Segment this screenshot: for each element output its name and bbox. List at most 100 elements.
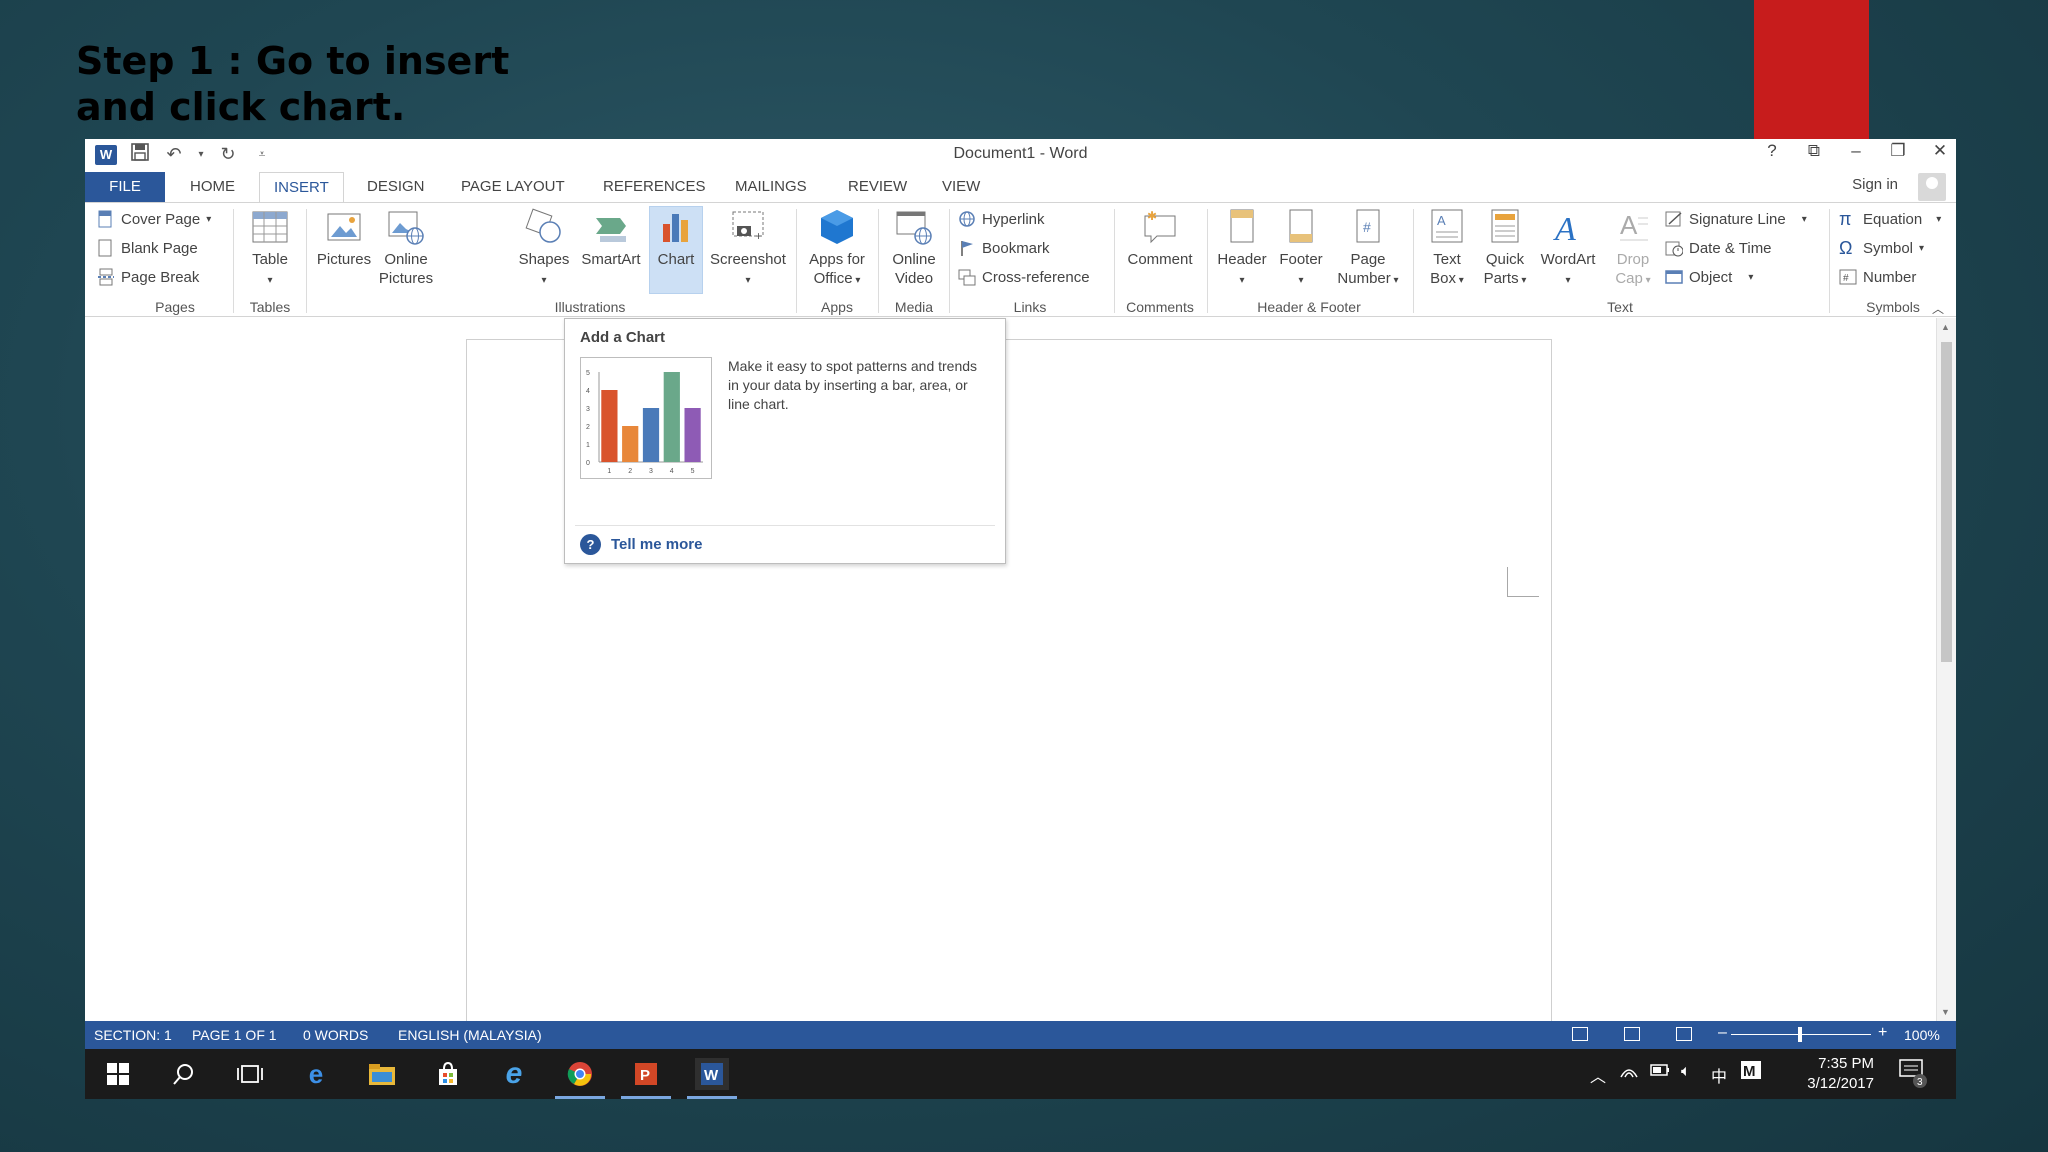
scroll-down-icon[interactable]: ▼ [1941,1007,1950,1017]
store-icon[interactable] [431,1058,465,1090]
chart-x-tick-label: 4 [670,468,674,475]
web-layout-icon[interactable] [1676,1027,1692,1041]
number-icon: # [1839,268,1857,286]
show-hidden-icons-icon[interactable]: ︿ [1590,1063,1606,1087]
status-words[interactable]: 0 WORDS [303,1027,368,1043]
tab-mailings[interactable]: MAILINGS [731,172,811,202]
group-label-illustrations: Illustrations [554,299,626,315]
signature-line-button[interactable]: Signature Line ▾ [1665,210,1807,228]
hyperlink-button[interactable]: Hyperlink [958,210,1045,228]
text-box-label-2: Box [1430,270,1457,287]
footer-button[interactable]: Footer ▾ [1270,208,1332,290]
collapse-ribbon-icon[interactable]: ︿ [1932,300,1944,317]
battery-icon[interactable] [1650,1063,1670,1082]
chart-button[interactable]: Chart [647,208,705,269]
status-section[interactable]: SECTION: 1 [94,1027,172,1043]
avatar[interactable] [1918,173,1946,201]
zoom-out-button[interactable]: – [1718,1024,1727,1042]
number-button[interactable]: # Number [1839,268,1916,286]
volume-icon[interactable]: 🔈︎ [1681,1063,1691,1081]
zoom-slider-thumb[interactable] [1798,1027,1802,1042]
header-label: Header [1217,251,1267,268]
svg-text:#: # [1363,219,1371,235]
shapes-button[interactable]: Shapes ▾ [513,208,575,290]
cover-page-button[interactable]: Cover Page ▾ [97,210,211,228]
comment-button[interactable]: ✱ Comment [1117,208,1203,269]
ribbon-display-options-icon[interactable]: ⧉ [1806,141,1822,161]
drop-cap-button[interactable]: A Drop Cap ▾ [1601,208,1665,290]
zoom-in-button[interactable]: + [1878,1024,1887,1042]
bookmark-button[interactable]: Bookmark [958,239,1050,257]
omega-icon: Ω [1839,238,1853,258]
tab-home[interactable]: HOME [186,172,239,202]
scrollbar-thumb[interactable] [1941,342,1952,662]
object-button[interactable]: Object ▾ [1665,268,1753,286]
group-label-header-footer: Header & Footer [1257,299,1361,315]
tab-view[interactable]: VIEW [938,172,984,202]
file-explorer-icon[interactable] [365,1058,399,1090]
input-method-indicator[interactable]: 中 [1711,1063,1727,1087]
tab-design[interactable]: DESIGN [363,172,429,202]
read-mode-icon[interactable] [1572,1027,1588,1041]
gmail-icon[interactable]: M [1740,1059,1762,1086]
internet-explorer-icon[interactable]: e [497,1057,531,1090]
cover-page-icon [97,210,115,228]
smartart-icon [592,208,630,246]
tell-me-more-label: Tell me more [611,536,703,553]
shapes-label: Shapes [518,251,570,268]
page-number-label-2: Number [1337,270,1391,287]
vertical-scrollbar[interactable]: ▲ ▼ [1936,318,1956,1021]
tab-references[interactable]: REFERENCES [599,172,710,202]
minimize-icon[interactable]: – [1848,141,1864,161]
table-button[interactable]: Table ▾ [240,208,300,290]
network-icon[interactable] [1620,1063,1638,1084]
help-icon[interactable]: ? [1764,141,1780,161]
shapes-icon [525,208,563,246]
tell-me-more-link[interactable]: ? Tell me more [580,534,702,555]
action-center-icon[interactable]: 3 [1898,1057,1928,1094]
search-icon[interactable] [167,1058,201,1090]
system-clock[interactable]: 7:35 PM 3/12/2017 [1807,1054,1874,1094]
online-pictures-button[interactable]: Online Pictures [371,208,441,288]
restore-icon[interactable]: ❐ [1890,141,1906,161]
screenshot-button[interactable]: + Screenshot ▾ [706,208,790,290]
chrome-icon[interactable] [555,1058,605,1099]
bookmark-icon [958,239,976,257]
symbol-button[interactable]: Ω Symbol ▾ [1839,239,1924,257]
text-box-button[interactable]: A Text Box ▾ [1417,208,1477,290]
scroll-up-icon[interactable]: ▲ [1941,322,1950,332]
tab-file[interactable]: FILE [85,172,165,202]
quick-parts-button[interactable]: Quick Parts ▾ [1475,208,1535,290]
edge-browser-icon[interactable]: e [299,1058,333,1090]
tab-insert[interactable]: INSERT [259,172,344,203]
zoom-level[interactable]: 100% [1904,1027,1940,1043]
page-number-button[interactable]: # Page Number ▾ [1329,208,1407,290]
chart-y-tick-label: 5 [586,370,590,377]
tab-review[interactable]: REVIEW [844,172,911,202]
word-taskbar-icon[interactable]: W [687,1058,737,1099]
status-language[interactable]: ENGLISH (MALAYSIA) [398,1027,542,1043]
online-video-button[interactable]: Online Video [882,208,946,288]
task-view-icon[interactable] [233,1058,267,1090]
tab-page-layout[interactable]: PAGE LAYOUT [457,172,569,202]
cross-reference-button[interactable]: Cross-reference [958,268,1090,286]
header-button[interactable]: Header ▾ [1211,208,1273,290]
powerpoint-icon[interactable]: P [621,1058,671,1099]
svg-text:#: # [1843,273,1849,284]
page-break-button[interactable]: Page Break [97,268,199,286]
apps-for-office-button[interactable]: Apps for Office ▾ [799,208,875,290]
blank-page-button[interactable]: Blank Page [97,239,198,257]
print-layout-icon[interactable] [1624,1027,1640,1041]
close-icon[interactable]: ✕ [1932,141,1948,161]
equation-label: Equation [1863,210,1923,228]
chart-x-tick-label: 5 [691,468,695,475]
equation-button[interactable]: π Equation ▾ [1839,210,1941,228]
smartart-button[interactable]: SmartArt [574,208,648,269]
slide-title: Step 1 : Go to insert and click chart. [76,38,596,130]
wordart-button[interactable]: A WordArt ▾ [1533,208,1603,290]
sign-in-link[interactable]: Sign in [1852,176,1898,193]
pictures-label: Pictures [316,251,372,268]
windows-start-icon[interactable] [101,1058,135,1090]
date-time-button[interactable]: Date & Time [1665,239,1772,257]
status-page[interactable]: PAGE 1 OF 1 [192,1027,277,1043]
